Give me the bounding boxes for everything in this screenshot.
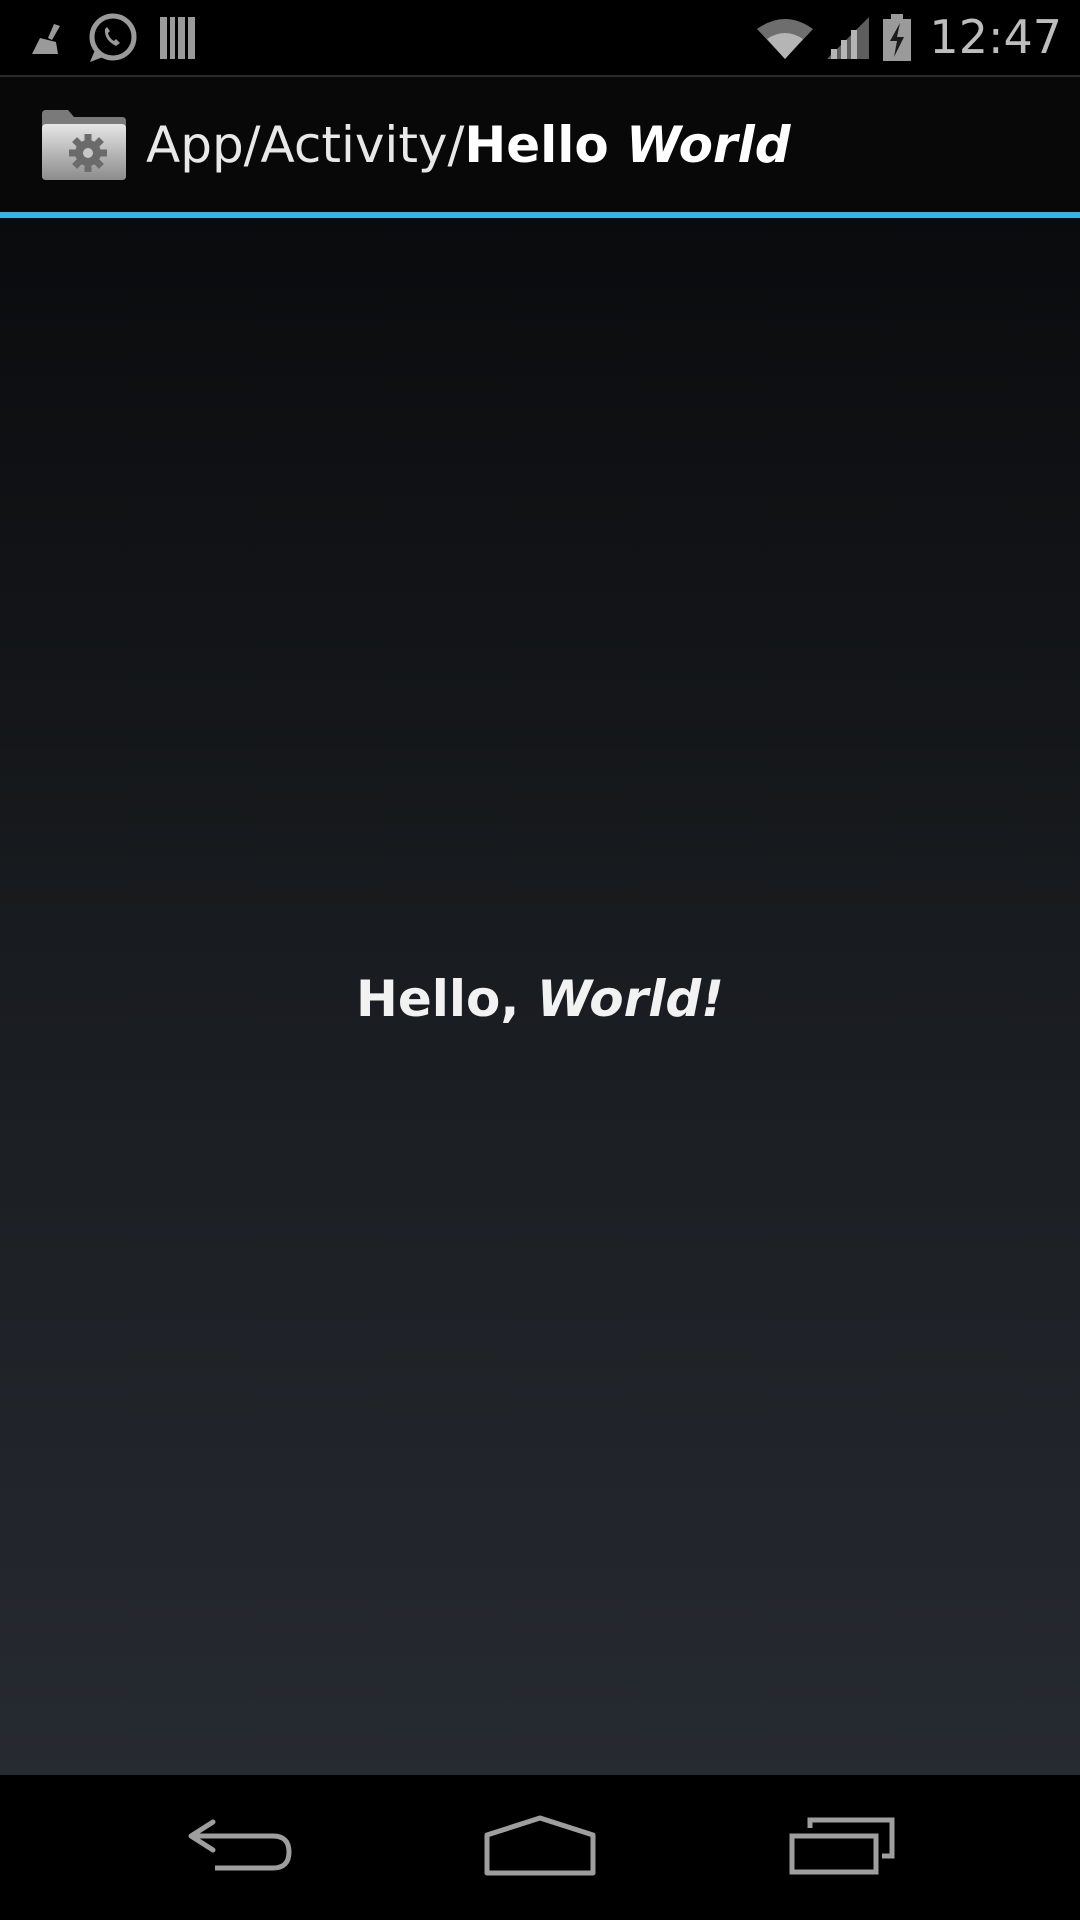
wifi-icon: [755, 15, 815, 61]
greeting-text: Hello, World!: [0, 970, 1080, 1028]
notification-icons: [30, 0, 198, 75]
broom-icon: [30, 20, 66, 56]
battery-charging-icon: [881, 13, 913, 63]
greeting-bold: Hello,: [356, 970, 537, 1028]
screen: 12:47 App/Activity/Hello World Hello, Wo…: [0, 0, 1080, 1920]
signal-icon: [825, 15, 871, 61]
settings-folder-icon[interactable]: [40, 108, 128, 182]
home-button[interactable]: [460, 1775, 620, 1920]
recent-apps-icon: [788, 1816, 898, 1880]
recent-apps-button[interactable]: [763, 1775, 923, 1920]
page-title: App/Activity/Hello World: [146, 116, 791, 174]
system-indicators: 12:47: [755, 0, 1062, 75]
home-icon: [483, 1815, 597, 1881]
back-button[interactable]: [160, 1775, 320, 1920]
status-clock: 12:47: [929, 10, 1062, 64]
main-content: Hello, World!: [0, 218, 1080, 1775]
title-prefix: App/Activity/: [146, 115, 465, 174]
barcode-icon: [158, 15, 198, 61]
title-bold-italic: World: [626, 115, 791, 174]
whatsapp-icon: [86, 12, 138, 64]
greeting-bold-italic: World!: [536, 970, 724, 1028]
status-bar: 12:47: [0, 0, 1080, 77]
title-bold: Hello: [464, 115, 627, 174]
navigation-bar: [0, 1775, 1080, 1920]
back-icon: [185, 1816, 295, 1880]
action-bar: App/Activity/Hello World: [0, 77, 1080, 212]
